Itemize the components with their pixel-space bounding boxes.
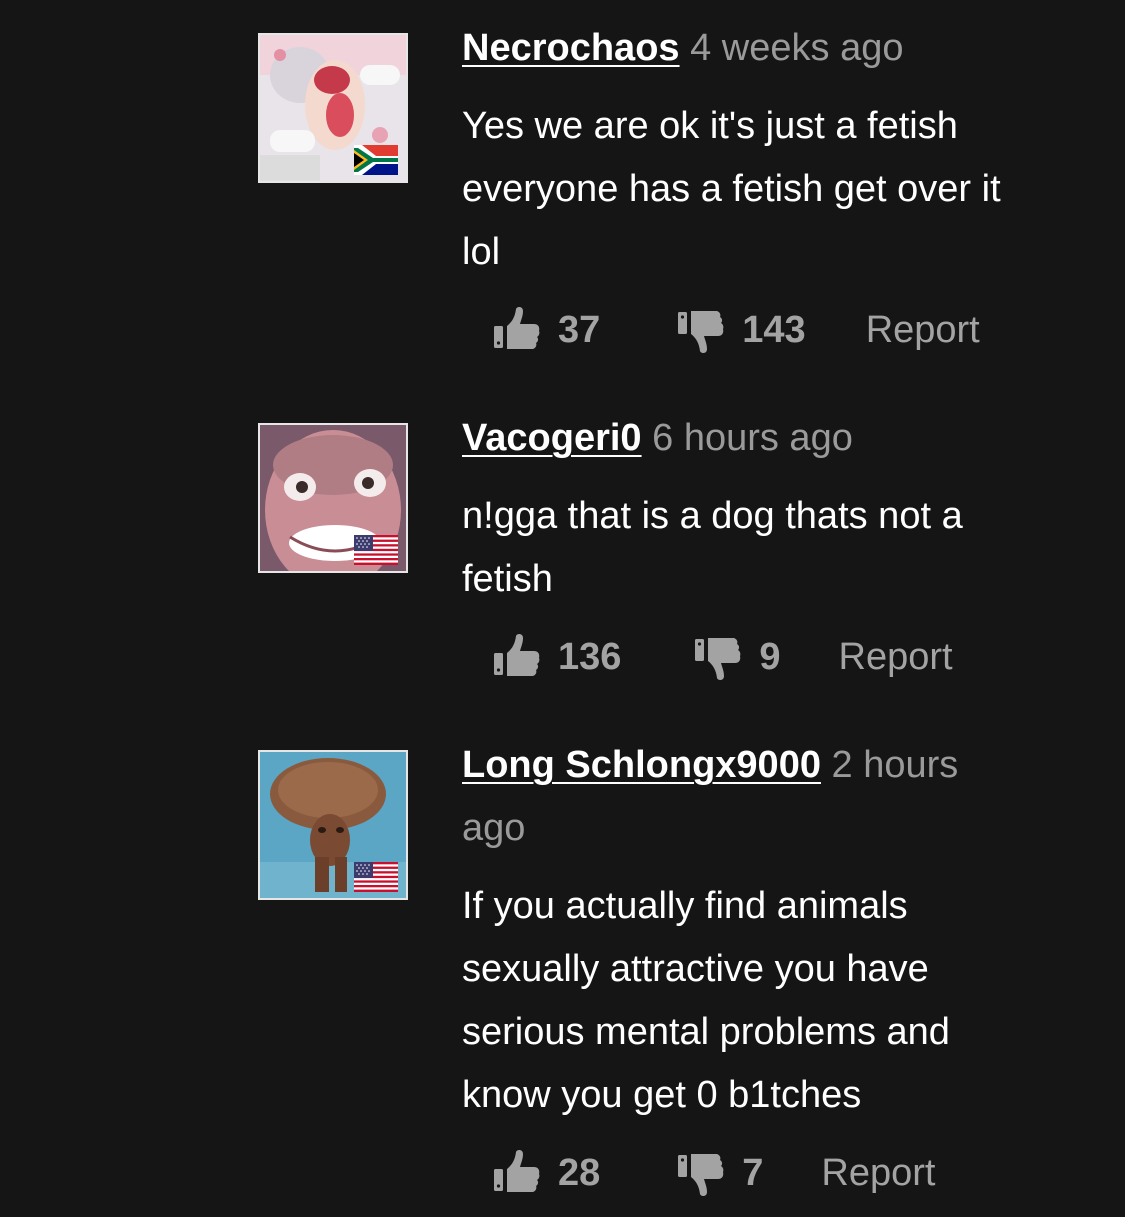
report-button[interactable]: Report [821,1152,935,1195]
thumbs-up-icon [492,305,542,355]
comment-timestamp-continued: ago [462,807,526,849]
thumbs-down-icon [676,305,726,355]
comment-text-line: n!gga that is a dog thats not a [462,495,963,537]
dislike-count: 143 [742,308,806,351]
username-link[interactable]: Long Schlongx9000 [462,744,821,786]
comment-timestamp: 6 hours ago [652,417,853,459]
avatar[interactable] [258,750,408,900]
comment-text: n!gga that is a dog thats not a fetish [462,485,1072,611]
report-button[interactable]: Report [866,309,980,352]
south-africa-flag-icon [354,145,398,175]
like-count: 37 [558,308,601,351]
dislike-button[interactable]: 143 [676,305,806,355]
dislike-button[interactable]: 9 [693,632,781,682]
comment-text: Yes we are ok it's just a fetish everyon… [462,95,1072,284]
comment-actions: 37 143 Report [492,300,980,360]
comment-text-line: fetish [462,558,553,600]
username-link[interactable]: Necrochaos [462,27,680,69]
like-count: 28 [558,1151,601,1194]
comment-text-line: serious mental problems and [462,1011,950,1053]
like-button[interactable]: 136 [492,632,621,682]
comment-text-line: everyone has a fetish get over it [462,168,1001,210]
like-count: 136 [558,635,622,678]
like-button[interactable]: 28 [492,1148,600,1198]
report-button[interactable]: Report [839,636,953,679]
like-button[interactable]: 37 [492,305,600,355]
thumbs-down-icon [693,632,743,682]
comment-text-line: lol [462,231,501,273]
comment-header: Vacogeri0 6 hours ago [462,407,1072,470]
us-flag-icon [354,535,398,565]
thumbs-down-icon [676,1148,726,1198]
comment-header: Necrochaos 4 weeks ago [462,17,1072,80]
avatar[interactable] [258,33,408,183]
comment-timestamp: 2 hours [831,744,959,786]
comment-header: Long Schlongx9000 2 hours ago [462,734,1072,860]
dislike-count: 7 [742,1151,764,1194]
comment-actions: 28 7 Report [492,1143,935,1203]
dislike-button[interactable]: 7 [676,1148,763,1198]
thumbs-up-icon [492,1148,542,1198]
dislike-count: 9 [759,635,781,678]
comment-text-line: Yes we are ok it's just a fetish [462,105,958,147]
comment-text-line: know you get 0 b1tches [462,1074,862,1116]
username-link[interactable]: Vacogeri0 [462,417,642,459]
thumbs-up-icon [492,632,542,682]
comment-text: If you actually find animals sexually at… [462,875,1072,1127]
comment-text-line: If you actually find animals [462,885,908,927]
us-flag-icon [354,862,398,892]
comment-actions: 136 9 Report [492,627,953,687]
comment-text-line: sexually attractive you have [462,948,929,990]
comment-timestamp: 4 weeks ago [690,27,904,69]
avatar[interactable] [258,423,408,573]
